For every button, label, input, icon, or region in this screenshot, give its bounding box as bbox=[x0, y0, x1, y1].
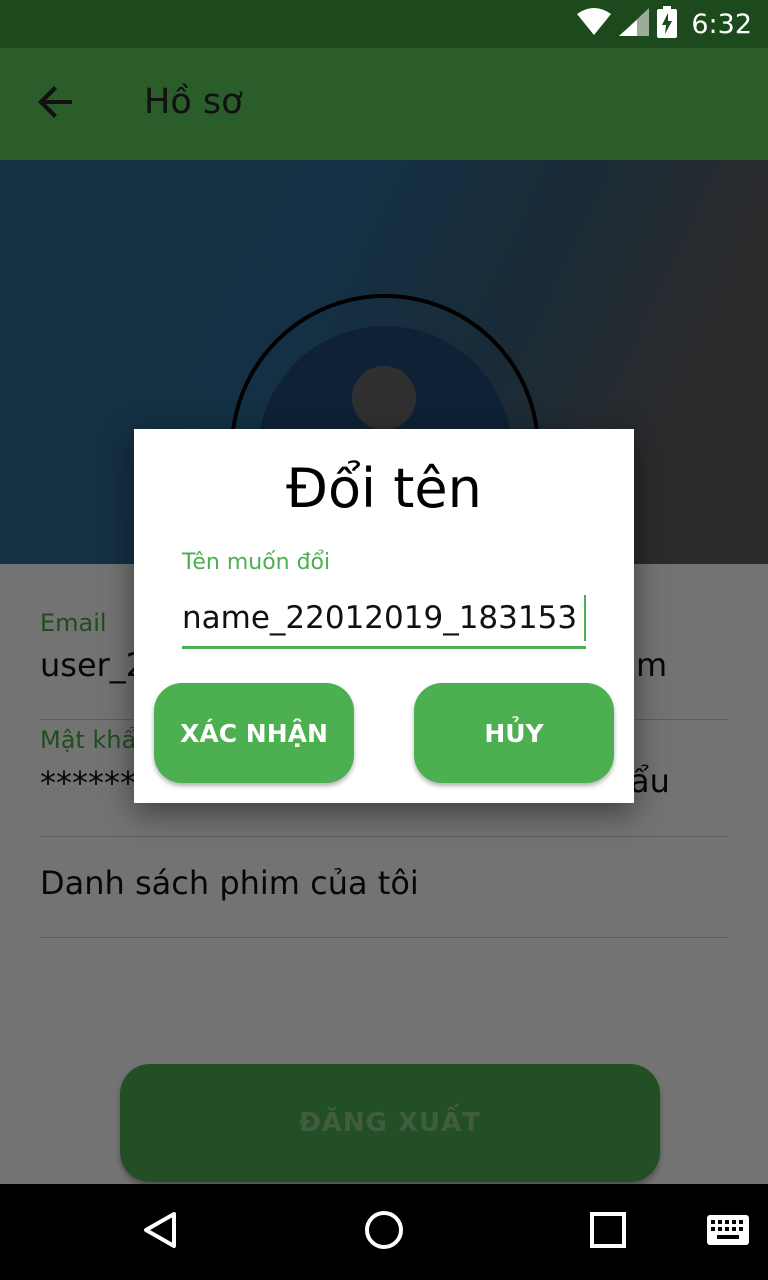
divider bbox=[40, 836, 728, 837]
confirm-label: XÁC NHẬN bbox=[180, 718, 328, 748]
email-value-end: m bbox=[636, 646, 668, 684]
confirm-button[interactable]: XÁC NHẬN bbox=[154, 683, 354, 783]
change-password-link[interactable]: ẩu bbox=[630, 762, 670, 800]
cancel-button[interactable]: HỦY bbox=[414, 683, 614, 783]
status-scrim bbox=[0, 0, 768, 160]
person-icon-head bbox=[352, 366, 416, 430]
system-nav-bar bbox=[0, 1184, 768, 1280]
dialog-title: Đổi tên bbox=[286, 457, 482, 520]
cancel-label: HỦY bbox=[484, 718, 544, 748]
logout-label: ĐĂNG XUẤT bbox=[298, 1108, 482, 1138]
email-value: user_2 bbox=[40, 646, 147, 684]
keyboard-icon bbox=[707, 1215, 749, 1249]
email-label: Email bbox=[40, 609, 107, 637]
home-circle-icon bbox=[364, 1210, 404, 1254]
rename-input-label: Tên muốn đổi bbox=[182, 550, 331, 575]
back-triangle-icon bbox=[140, 1210, 180, 1254]
divider bbox=[40, 937, 728, 938]
nav-keyboard-button[interactable] bbox=[698, 1202, 758, 1262]
movie-list-item[interactable]: Danh sách phim của tôi bbox=[40, 864, 419, 902]
nav-back-button[interactable] bbox=[130, 1202, 190, 1262]
rename-input-wrapper bbox=[182, 589, 586, 649]
nav-home-button[interactable] bbox=[354, 1202, 414, 1262]
password-label: Mật khẩ bbox=[40, 726, 137, 754]
rename-dialog: Đổi tên Tên muốn đổi XÁC NHẬN HỦY bbox=[134, 429, 634, 803]
text-cursor bbox=[584, 595, 586, 641]
nav-recents-button[interactable] bbox=[578, 1202, 638, 1262]
logout-button[interactable]: ĐĂNG XUẤT bbox=[120, 1064, 660, 1182]
rename-input[interactable] bbox=[182, 589, 586, 647]
recents-square-icon bbox=[590, 1212, 626, 1252]
